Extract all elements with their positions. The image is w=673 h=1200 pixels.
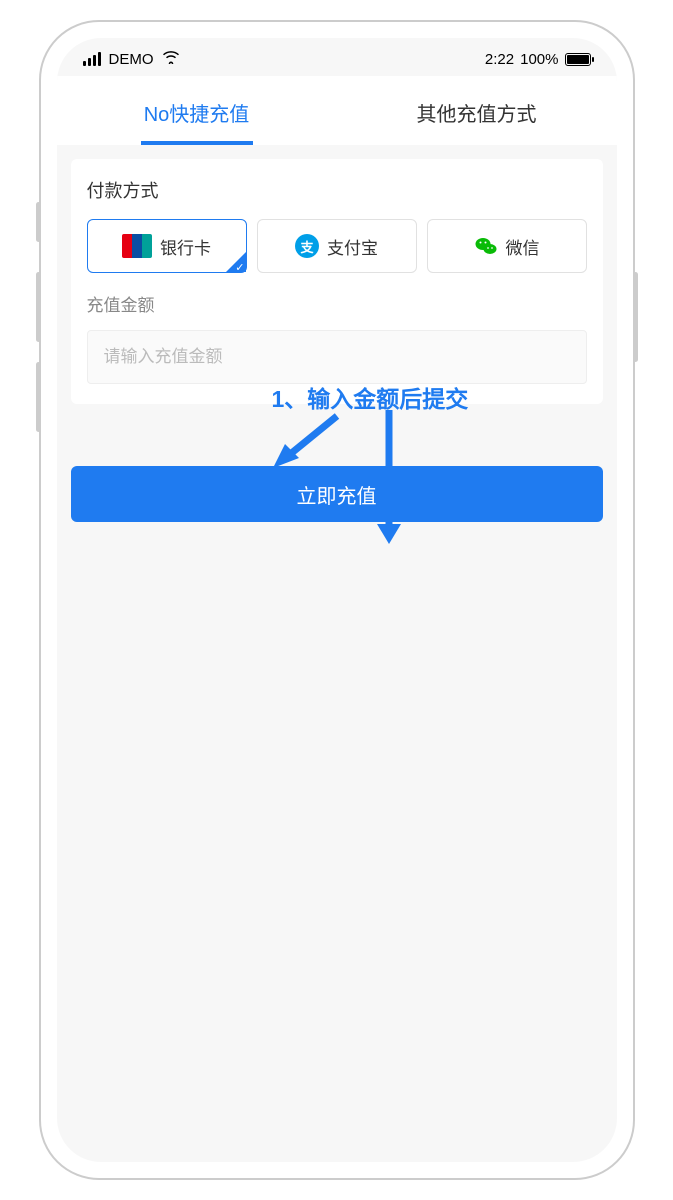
screen: DEMO 2:22 100% No快捷充值 其他充值方式 付款方式 <box>57 38 617 1162</box>
unionpay-icon <box>122 234 152 258</box>
phone-side-button <box>36 202 41 242</box>
submit-label: 立即充值 <box>297 486 377 508</box>
signal-icon <box>83 52 101 66</box>
content-area: 付款方式 银行卡 支 支付宝 <box>57 145 617 418</box>
clock: 2:22 <box>485 51 514 68</box>
payment-method-label: 付款方式 <box>87 177 587 203</box>
status-bar: DEMO 2:22 100% <box>57 38 617 76</box>
payment-methods: 银行卡 支 支付宝 <box>87 219 587 273</box>
tab-label: 其他充值方式 <box>417 104 537 126</box>
recharge-submit-button[interactable]: 立即充值 <box>71 466 603 522</box>
wechat-icon <box>474 234 498 258</box>
pay-method-label: 微信 <box>506 234 540 259</box>
tab-other-recharge[interactable]: 其他充值方式 <box>337 76 617 145</box>
pay-method-alipay[interactable]: 支 支付宝 <box>257 219 417 273</box>
pay-method-label: 支付宝 <box>327 234 378 259</box>
pay-method-bankcard[interactable]: 银行卡 <box>87 219 247 273</box>
pay-method-wechat[interactable]: 微信 <box>427 219 587 273</box>
battery-icon <box>565 53 591 66</box>
phone-side-button <box>36 272 41 342</box>
wifi-icon <box>162 50 180 68</box>
pay-method-label: 银行卡 <box>160 234 211 259</box>
phone-frame: DEMO 2:22 100% No快捷充值 其他充值方式 付款方式 <box>39 20 635 1180</box>
amount-input[interactable] <box>87 330 587 384</box>
carrier-label: DEMO <box>109 51 154 68</box>
phone-side-button <box>36 362 41 432</box>
recharge-card: 付款方式 银行卡 支 支付宝 <box>71 159 603 404</box>
amount-label: 充值金额 <box>87 291 587 316</box>
recharge-tabs: No快捷充值 其他充值方式 <box>57 76 617 145</box>
phone-side-button <box>633 272 638 362</box>
tab-quick-recharge[interactable]: No快捷充值 <box>57 76 337 145</box>
alipay-icon: 支 <box>295 234 319 258</box>
battery-pct: 100% <box>520 51 558 68</box>
tab-label: No快捷充值 <box>144 104 250 126</box>
